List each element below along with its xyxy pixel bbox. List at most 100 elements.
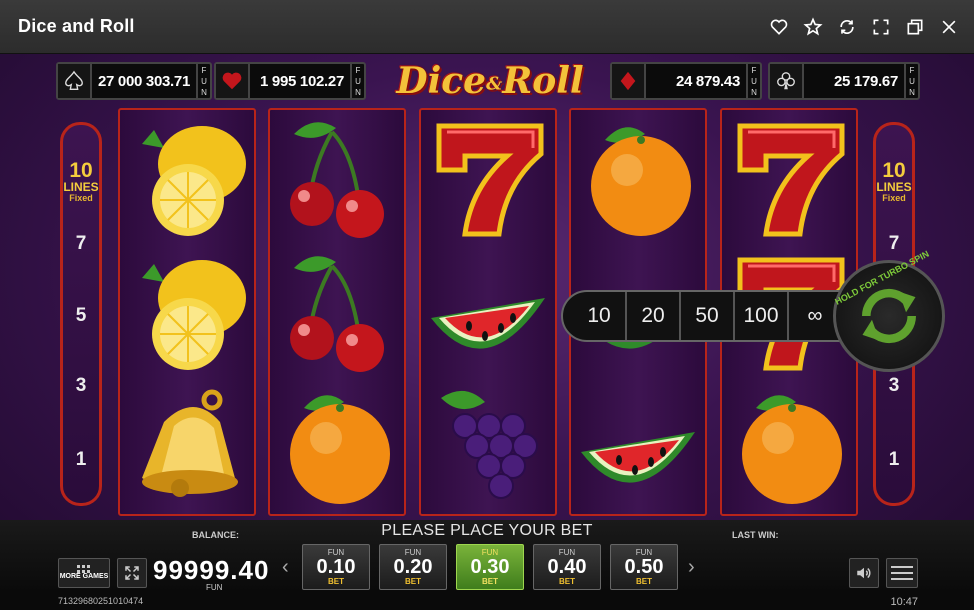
bet-label: BET	[559, 577, 575, 586]
bet-option-button[interactable]: FUN 0.50 BET	[610, 544, 678, 590]
heart-icon[interactable]	[768, 16, 790, 38]
window-title: Dice and Roll	[18, 16, 135, 36]
status-prompt: PLEASE PLACE YOUR BET	[381, 522, 593, 539]
jackpot-currency: F U N	[746, 64, 760, 98]
bet-label: BET	[328, 577, 344, 586]
bet-value: 0.10	[316, 556, 356, 578]
jackpot-currency: F U N	[904, 64, 918, 98]
club-icon	[770, 64, 804, 98]
diamond-icon	[612, 64, 646, 98]
lemon-symbol	[124, 114, 250, 242]
autoplay-option-50[interactable]: 50	[681, 292, 735, 340]
jackpot-spade: 27 000 303.71 F U N	[56, 62, 212, 100]
line-number: 1	[75, 449, 87, 470]
bell-symbol	[124, 382, 250, 510]
lines-indicator: 10 LINES Fixed	[876, 159, 912, 203]
autoplay-option-20[interactable]: 20	[627, 292, 681, 340]
speaker-icon	[857, 567, 871, 579]
bet-value: 0.50	[624, 556, 664, 578]
jackpot-club: 25 179.67 F U N	[768, 62, 920, 100]
jackpot-diamond: 24 879.43 F U N	[610, 62, 762, 100]
title-bar: Dice and Roll	[0, 0, 974, 54]
last-win-label: LAST WIN:	[732, 530, 779, 540]
refresh-icon[interactable]	[836, 16, 858, 38]
bet-option-button[interactable]: FUN 0.20 BET	[379, 544, 447, 590]
lines-label: LINES	[63, 180, 99, 194]
jackpot-amount: 1 995 102.27	[260, 72, 344, 90]
bet-label: BET	[405, 577, 421, 586]
spin-arrows-icon	[862, 288, 916, 344]
bet-next-arrow[interactable]: ›	[688, 556, 695, 579]
seven-symbol	[726, 114, 852, 242]
clock: 10:47	[890, 596, 918, 608]
line-number: 1	[888, 449, 900, 470]
game-logo: Dice&Roll	[390, 60, 590, 110]
menu-button[interactable]	[886, 558, 918, 588]
cherry-symbol	[274, 114, 400, 242]
expand-icon	[125, 566, 139, 580]
spade-icon	[58, 64, 92, 98]
sound-button[interactable]	[849, 558, 879, 588]
close-icon[interactable]	[938, 16, 960, 38]
status-bar: 71329680251010474 10:47	[0, 592, 974, 610]
balance-label: BALANCE:	[192, 530, 239, 540]
restore-window-icon[interactable]	[904, 16, 926, 38]
bet-value: 0.40	[547, 556, 587, 578]
jackpot-heart: 1 995 102.27 F U N	[214, 62, 366, 100]
orange-symbol	[575, 114, 701, 242]
bet-value: 0.20	[393, 556, 433, 578]
watermelon-symbol	[425, 248, 551, 376]
star-icon[interactable]	[802, 16, 824, 38]
line-number: 5	[75, 305, 87, 326]
line-number: 7	[75, 233, 87, 254]
logo-ampersand: &	[486, 73, 503, 95]
orange-symbol	[726, 382, 852, 510]
bet-value: 0.30	[470, 556, 510, 578]
autoplay-selector: 10 20 50 100 ∞	[561, 290, 843, 342]
logo-word-roll: Roll	[502, 60, 584, 102]
lines-count: 10	[69, 159, 93, 182]
lemon-symbol	[124, 248, 250, 376]
lines-panel-left: 10 LINES Fixed 7 5 3 1	[60, 122, 102, 506]
more-games-button[interactable]: MORE GAMES	[58, 558, 110, 588]
bet-option-button[interactable]: FUN 0.40 BET	[533, 544, 601, 590]
window-controls	[768, 16, 960, 38]
autoplay-option-100[interactable]: 100	[735, 292, 789, 340]
jackpot-currency: F U N	[350, 64, 364, 98]
seven-symbol	[425, 114, 551, 242]
jackpot-amount: 25 179.67	[833, 72, 898, 90]
line-number: 3	[888, 375, 900, 396]
bet-label: BET	[636, 577, 652, 586]
logo-word-dice: Dice	[396, 60, 487, 102]
lines-fixed-label: Fixed	[69, 193, 93, 203]
lines-fixed-label: Fixed	[882, 193, 906, 203]
reel-2	[268, 108, 406, 516]
reel-1	[118, 108, 256, 516]
spin-button[interactable]: HOLD FOR TURBO SPIN	[833, 249, 945, 372]
lines-count: 10	[882, 159, 906, 182]
balance-value: 99999.40	[153, 555, 270, 585]
bet-option-button[interactable]: FUN 0.30 BET	[456, 544, 524, 590]
more-games-label: MORE GAMES	[59, 573, 109, 580]
line-number: 3	[75, 375, 87, 396]
bet-option-button[interactable]: FUN 0.10 BET	[302, 544, 370, 590]
lines-label: LINES	[876, 180, 912, 194]
heart-suit-icon	[216, 64, 250, 98]
balance-currency: FUN	[206, 583, 223, 592]
bet-prev-arrow[interactable]: ‹	[282, 556, 289, 579]
session-id: 71329680251010474	[58, 596, 144, 606]
fullscreen-icon[interactable]	[870, 16, 892, 38]
grid-icon	[77, 565, 90, 573]
jackpot-currency: F U N	[196, 64, 210, 98]
autoplay-option-10[interactable]: 10	[573, 292, 627, 340]
cherry-symbol	[274, 248, 400, 376]
grapes-symbol	[425, 382, 551, 510]
jackpot-amount: 24 879.43	[675, 72, 740, 90]
fullscreen-toggle-button[interactable]	[117, 558, 147, 588]
orange-symbol	[274, 382, 400, 510]
watermelon-symbol	[575, 382, 701, 510]
jackpot-amount: 27 000 303.71	[97, 72, 190, 90]
game-area: 27 000 303.71 F U N 1 995 102.27 F U N 2…	[0, 54, 974, 592]
hamburger-icon	[891, 566, 913, 580]
line-number: 7	[888, 233, 900, 254]
